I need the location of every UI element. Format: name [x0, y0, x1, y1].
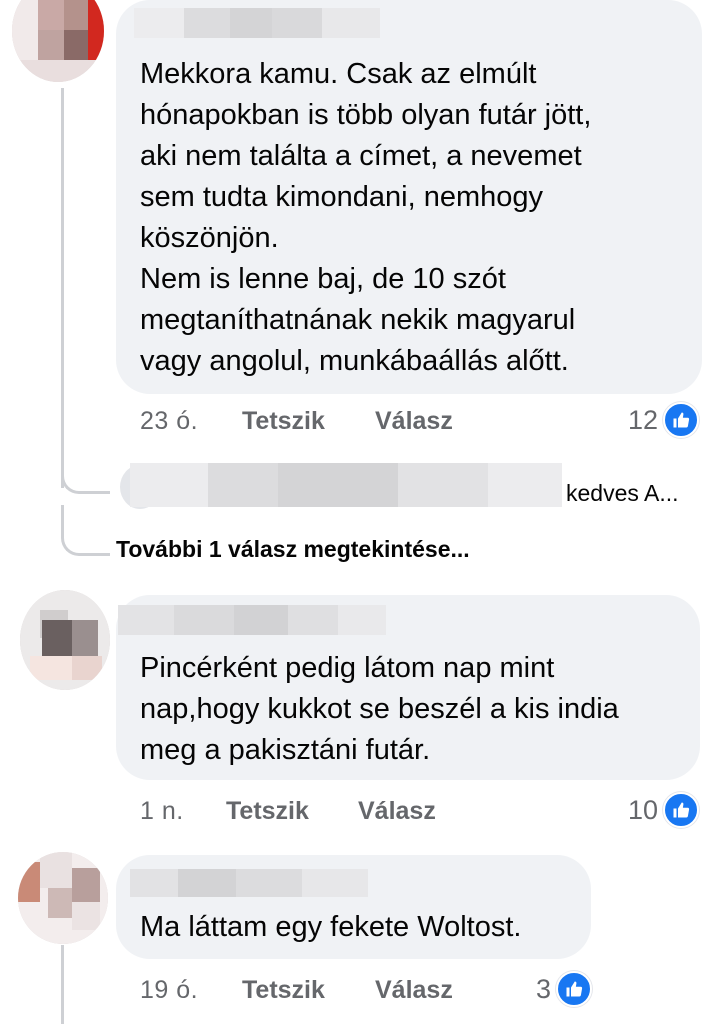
comment-text: Mekkora kamu. Csak az elmúlt hónapokban … [140, 58, 592, 377]
reply-button[interactable]: Válasz [358, 797, 436, 826]
thread-curve [61, 455, 110, 494]
reaction-count-value: 12 [628, 404, 659, 435]
reaction-count-value: 3 [536, 973, 552, 1004]
comment-text: Ma láttam egy fekete Woltost. [140, 911, 522, 943]
thread-curve [61, 505, 110, 556]
reaction-count[interactable]: 10 [628, 792, 700, 828]
commenter-name[interactable] [134, 8, 380, 38]
commenter-name[interactable] [130, 869, 368, 897]
comment-text: Pincérként pedig látom nap mint nap,hogy… [140, 652, 619, 766]
thumbs-up-icon [556, 971, 593, 1007]
comment-time[interactable]: 23 ó. [140, 407, 198, 436]
comment-bubble: Pincérként pedig látom nap mint nap,hogy… [116, 595, 700, 780]
avatar[interactable] [18, 852, 108, 944]
reply-button[interactable]: Válasz [375, 407, 453, 436]
reaction-count-value: 10 [628, 794, 659, 825]
comment-time[interactable]: 19 ó. [140, 976, 198, 1005]
reply-button[interactable]: Válasz [375, 976, 453, 1005]
comment-actions: 1 n. Tetszik Válasz [0, 797, 725, 831]
view-more-replies-link[interactable]: További 1 válasz megtekintése... [116, 536, 470, 563]
like-button[interactable]: Tetszik [226, 797, 309, 826]
comment-bubble: Mekkora kamu. Csak az elmúlt hónapokban … [116, 0, 702, 394]
thumbs-up-icon [663, 402, 700, 438]
reaction-count[interactable]: 3 [536, 971, 593, 1007]
reply-preview-blur [130, 463, 562, 507]
comment-bubble: Ma láttam egy fekete Woltost. [116, 855, 591, 959]
comment-time[interactable]: 1 n. [140, 797, 184, 826]
avatar[interactable] [20, 590, 110, 690]
like-button[interactable]: Tetszik [242, 407, 325, 436]
reply-preview-text[interactable]: kedves A... [566, 480, 679, 507]
comment-actions: 19 ó. Tetszik Válasz [0, 976, 725, 1010]
avatar[interactable] [12, 0, 104, 82]
like-button[interactable]: Tetszik [242, 976, 325, 1005]
commenter-name[interactable] [118, 605, 386, 635]
comment-actions: 23 ó. Tetszik Válasz [0, 407, 725, 441]
reaction-count[interactable]: 12 [628, 402, 700, 438]
thumbs-up-icon [663, 792, 700, 828]
